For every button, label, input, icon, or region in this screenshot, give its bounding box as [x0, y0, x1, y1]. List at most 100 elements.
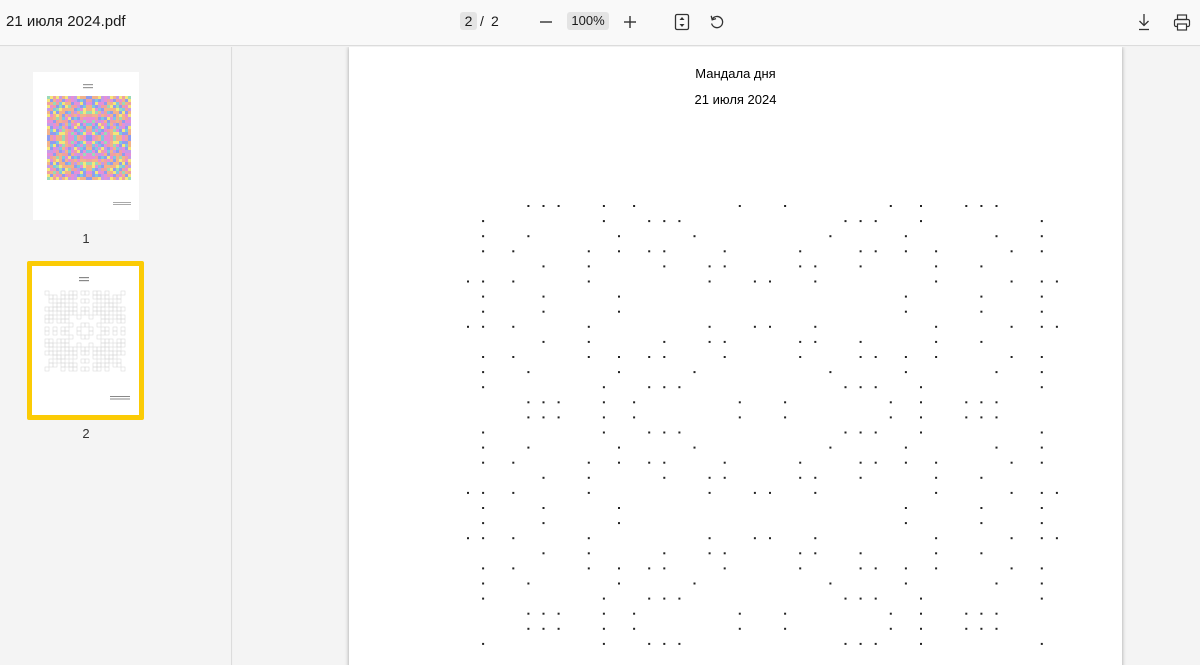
mandala-dot: [874, 461, 877, 464]
zoom-level-input[interactable]: 100%: [567, 12, 609, 30]
mandala-dot: [920, 627, 922, 630]
zoom-out-button[interactable]: [532, 9, 560, 35]
mandala-dot: [920, 597, 922, 600]
mandala-dot: [935, 325, 938, 328]
page-number-input[interactable]: 2: [460, 12, 477, 30]
zoom-in-button[interactable]: [616, 9, 644, 35]
mandala-dot: [1040, 386, 1043, 389]
mandala-dot: [920, 205, 922, 207]
mandala-dot: [542, 340, 545, 343]
mandala-dot: [904, 567, 907, 570]
mandala-dot: [995, 582, 998, 585]
mandala-dot: [527, 371, 530, 374]
mandala-dot: [618, 522, 620, 525]
mandala-dot: [889, 627, 892, 630]
rotate-button[interactable]: [703, 9, 731, 35]
mandala-dot: [648, 386, 651, 389]
mandala-dot: [904, 461, 907, 464]
fit-page-button[interactable]: [668, 9, 696, 35]
mandala-dot: [1040, 250, 1043, 253]
mandala-dot: [542, 476, 545, 479]
mandala-dot: [738, 205, 741, 207]
page-thumbnail-2-selected[interactable]: [27, 261, 144, 420]
mandala-dot: [467, 491, 469, 494]
mandala-dot: [663, 552, 666, 555]
mandala-dot: [829, 582, 832, 585]
mandala-dot: [587, 250, 590, 253]
mandala-dot: [935, 552, 938, 555]
mandala-dot: [1040, 371, 1043, 374]
mandala-dot: [753, 537, 756, 540]
mandala-dot: [482, 386, 485, 389]
mandala-dot: [663, 250, 666, 253]
mandala-dot: [482, 280, 485, 283]
mandala-dot: [874, 220, 877, 223]
mandala-dot: [784, 205, 787, 207]
mandala-dot: [844, 597, 847, 600]
plus-icon: [624, 16, 636, 28]
mandala-dot: [602, 642, 605, 645]
mandala-dot: [482, 507, 485, 509]
mandala-dot: [904, 310, 907, 313]
mandala-dot: [980, 552, 983, 555]
pdf-viewer: 21 июля 2024.pdf 2 / 2 100% 1 2 Мандала …: [0, 0, 1200, 665]
mandala-dot: [995, 416, 998, 419]
mandala-dot: [542, 401, 545, 404]
mandala-dot: [935, 356, 938, 358]
print-icon: [1173, 13, 1191, 31]
mandala-dot: [904, 522, 907, 525]
mandala-dot: [633, 612, 636, 615]
mandala-dot: [618, 461, 620, 464]
mandala-dot: [693, 582, 696, 585]
mandala-dot: [965, 401, 968, 404]
mandala-dot: [648, 431, 651, 434]
mandala-dot: [527, 612, 530, 615]
mandala-dot: [995, 205, 998, 207]
mandala-dot: [482, 431, 485, 434]
mandala-dot: [980, 295, 983, 298]
mandala-dot: [799, 340, 802, 343]
document-view[interactable]: Мандала дня 21 июля 2024: [233, 47, 1200, 665]
mandala-dot: [633, 401, 636, 404]
mandala-dot: [542, 507, 545, 509]
mandala-dot: [1040, 431, 1043, 434]
mandala-dot: [618, 446, 620, 449]
mandala-dot: [663, 567, 666, 570]
mandala-dot: [814, 280, 817, 283]
mandala-dot: [1040, 325, 1043, 328]
mandala-dot: [904, 356, 907, 358]
mandala-dot: [723, 250, 726, 253]
mandala-dot: [678, 386, 681, 389]
print-button[interactable]: [1168, 9, 1196, 35]
mandala-dot: [542, 265, 545, 268]
mandala-dot: [542, 522, 545, 525]
mandala-dot: [753, 491, 756, 494]
thumbnail-sidebar: 1 2: [0, 47, 232, 665]
mandala-dot: [904, 446, 907, 449]
mandala-dot: [482, 446, 485, 449]
mandala-dot: [648, 250, 651, 253]
mandala-dot: [753, 280, 756, 283]
mandala-dot: [814, 265, 817, 268]
mandala-dot: [587, 265, 590, 268]
mandala-dot: [663, 340, 666, 343]
mandala-dot: [965, 612, 968, 615]
mandala-dot: [482, 220, 485, 223]
mandala-dot: [814, 476, 817, 479]
mandala-dot: [633, 627, 636, 630]
mandala-dot: [799, 552, 802, 555]
download-button[interactable]: [1130, 9, 1158, 35]
mandala-dot: [482, 597, 485, 600]
mandala-color-preview: [47, 84, 131, 205]
page-thumbnail-1[interactable]: [33, 72, 139, 220]
mandala-dot: [980, 401, 983, 404]
mandala-dot: [874, 642, 877, 645]
mandala-dot: [557, 416, 560, 419]
mandala-dot: [844, 386, 847, 389]
mandala-dot: [512, 567, 515, 570]
mandala-dot: [512, 491, 515, 494]
mandala-dot: [512, 280, 515, 283]
mandala-dot: [814, 491, 817, 494]
mandala-dot: [814, 340, 817, 343]
mandala-dot: [542, 552, 545, 555]
